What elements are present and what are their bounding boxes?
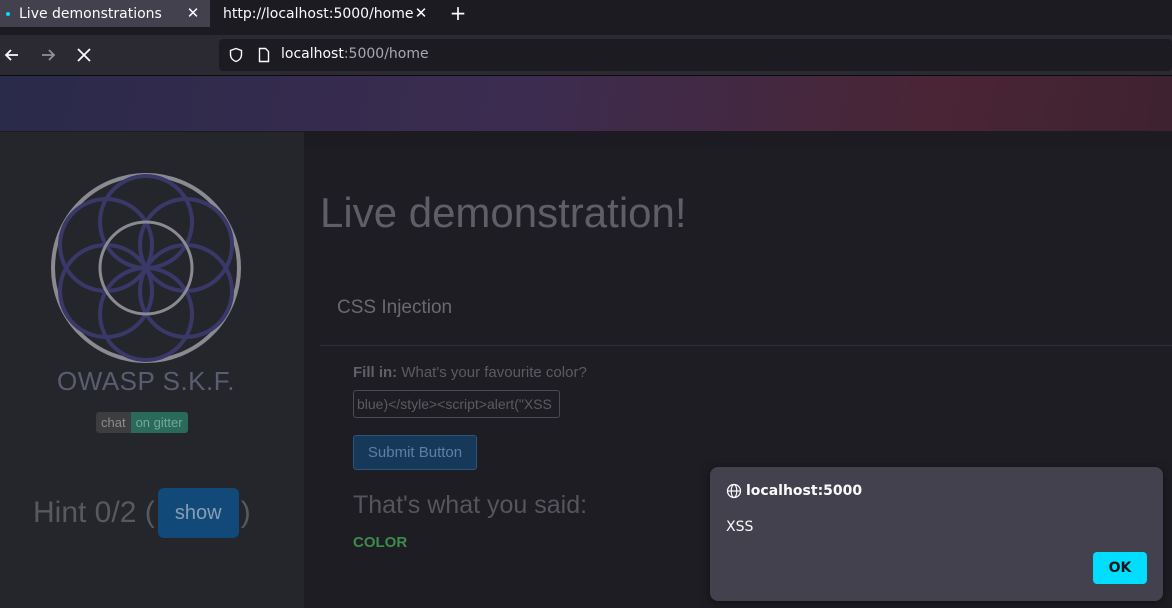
new-tab-icon[interactable]: + <box>448 3 468 23</box>
hint-label: Hint 0/2 ( <box>33 496 155 529</box>
forward-arrow-icon[interactable] <box>37 44 59 66</box>
fill-in-bold: Fill in: <box>353 364 398 381</box>
gitter-badge[interactable]: chat on gitter <box>96 412 188 433</box>
tab-live-demonstrations[interactable]: Live demonstrations ✕ <box>0 0 210 27</box>
url-text[interactable]: localhost:5000/home <box>281 46 429 62</box>
color-input[interactable]: blue)</style><script>alert("XSS <box>353 390 560 418</box>
divider <box>320 345 1172 346</box>
shield-icon[interactable] <box>228 47 244 63</box>
section-title: CSS Injection <box>337 297 453 318</box>
sidebar: OWASP S.K.F. chat on gitter Hint 0/2 ( s… <box>0 132 304 608</box>
hint-row: Hint 0/2 ( show ) <box>33 488 251 538</box>
tab-strip: Live demonstrations ✕ http://localhost:5… <box>0 0 1172 27</box>
header-banner <box>0 76 1172 131</box>
tab-label: Live demonstrations <box>19 5 162 22</box>
fill-in-label: Fill in: What's your favourite color? <box>353 364 587 381</box>
nav-bar: localhost:5000/home <box>0 35 1172 76</box>
dialog-message: XSS <box>726 519 754 535</box>
ok-button[interactable]: OK <box>1093 552 1147 584</box>
tab-localhost-home[interactable]: http://localhost:5000/home ✕ <box>210 0 438 27</box>
said-heading: That's what you said: <box>353 491 588 519</box>
skf-logo-icon <box>51 173 241 363</box>
close-icon[interactable]: ✕ <box>185 5 201 21</box>
globe-icon <box>726 483 742 499</box>
fill-in-text: What's your favourite color? <box>397 364 587 381</box>
output-text: COLOR <box>353 534 408 551</box>
page-icon <box>258 47 270 63</box>
hint-close-paren: ) <box>240 496 251 529</box>
url-bar[interactable]: localhost:5000/home <box>219 39 1172 71</box>
brand-name: OWASP S.K.F. <box>57 366 235 396</box>
tab-label: http://localhost:5000/home <box>223 5 414 22</box>
show-hint-button[interactable]: show <box>157 488 239 538</box>
url-path: :5000/home <box>343 46 429 62</box>
stop-icon[interactable] <box>73 44 95 66</box>
back-arrow-icon[interactable] <box>1 44 23 66</box>
dialog-origin: localhost:5000 <box>746 483 863 499</box>
dialog-header: localhost:5000 <box>726 483 862 499</box>
badge-left: chat <box>96 412 131 433</box>
close-icon[interactable]: ✕ <box>413 5 429 21</box>
submit-button[interactable]: Submit Button <box>353 435 477 470</box>
alert-dialog: localhost:5000 XSS OK <box>710 467 1163 601</box>
loading-dot-icon <box>6 11 10 16</box>
url-host: localhost <box>281 46 344 62</box>
badge-right: on gitter <box>130 412 188 433</box>
page-title: Live demonstration! <box>320 189 687 236</box>
